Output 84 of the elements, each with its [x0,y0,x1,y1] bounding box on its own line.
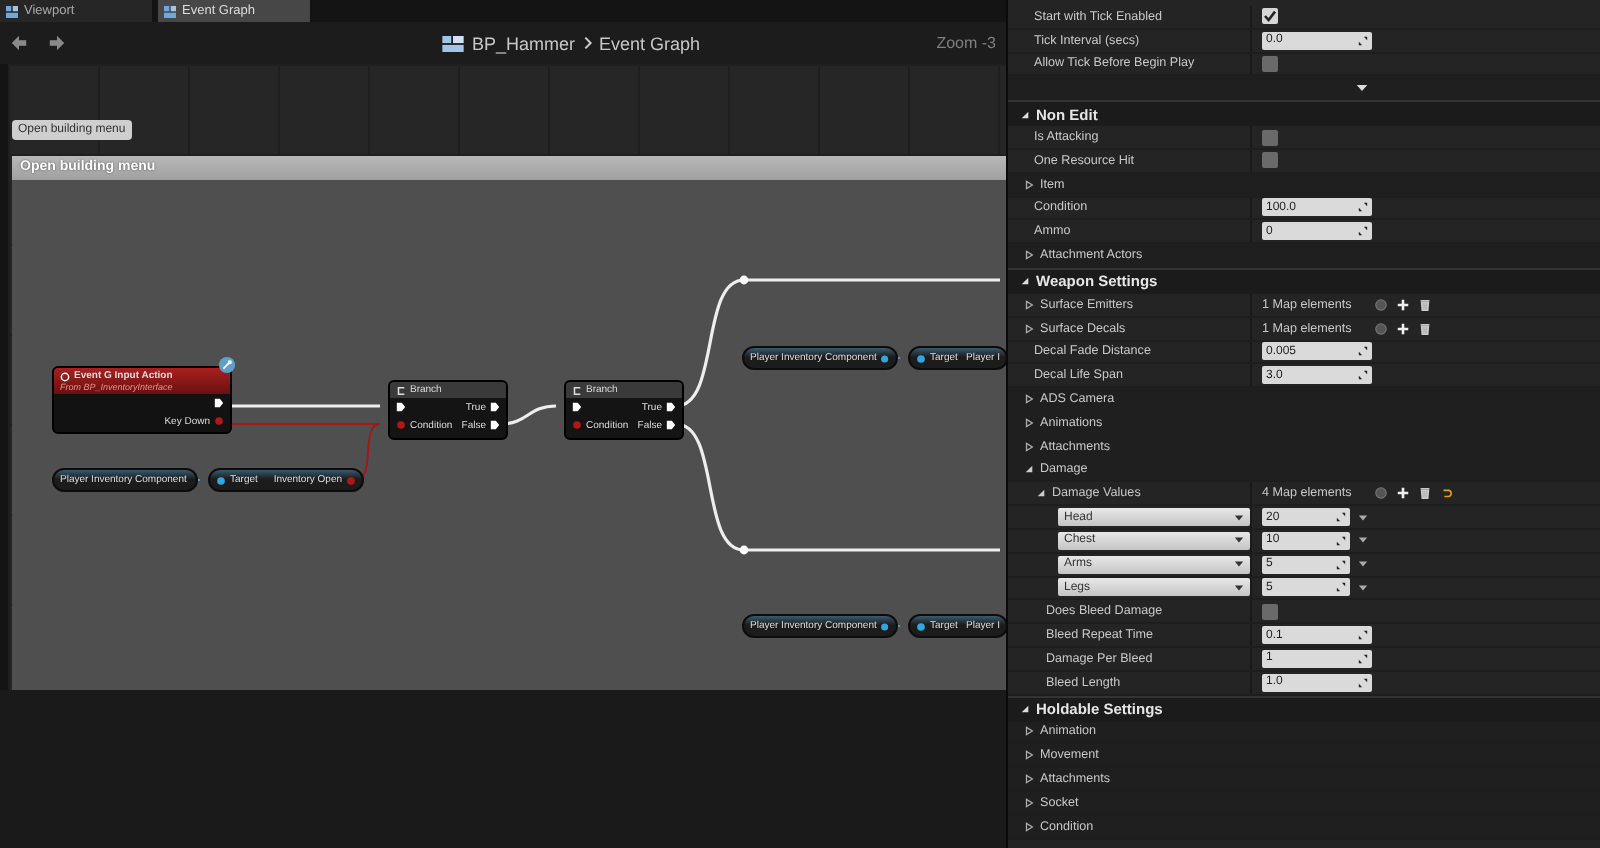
checkbox[interactable] [1262,603,1278,620]
checkbox[interactable] [1262,129,1278,146]
drag-handle-icon[interactable] [1358,226,1368,237]
branch-icon [396,385,406,395]
expand-arrow-icon[interactable] [1024,464,1034,475]
circle-icon[interactable] [1374,321,1388,336]
caret-icon [1234,560,1244,569]
expand-arrow-icon[interactable] [1024,417,1034,428]
chevron-icon [583,36,592,50]
drag-handle-icon[interactable] [1358,677,1368,688]
expand-arrow-icon[interactable] [1024,250,1034,261]
add-icon[interactable] [1396,486,1410,501]
caret-icon [1234,536,1244,545]
add-icon[interactable] [1396,321,1410,336]
exec-pin-icon[interactable] [396,402,406,412]
drag-handle-icon[interactable] [1336,582,1346,593]
drag-handle-icon[interactable] [1358,202,1368,213]
expand-arrow-icon[interactable] [1024,394,1034,405]
delete-icon[interactable] [1418,321,1432,336]
caret-icon [1234,513,1244,522]
exec-pin-icon[interactable] [490,402,500,412]
zoom-level: Zoom -3 [936,34,996,52]
drag-handle-icon[interactable] [1336,512,1346,523]
object-pin-icon[interactable] [916,353,926,363]
object-pin-icon[interactable] [880,353,890,363]
checkbox[interactable] [1262,8,1278,25]
blueprint-name[interactable]: BP_Hammer [472,33,576,53]
circle-icon[interactable] [1374,297,1388,312]
blueprint-icon [442,35,464,51]
bool-pin-icon[interactable] [572,420,582,430]
drag-handle-icon[interactable] [1358,630,1368,641]
object-pin-icon[interactable] [880,621,890,631]
exec-pin-icon[interactable] [572,402,582,412]
exec-pin-icon[interactable] [214,398,224,408]
expand-arrow-icon[interactable] [1024,726,1034,737]
back-arrow-icon[interactable] [10,34,28,52]
expand-more-icon[interactable] [1356,83,1368,92]
expand-arrow-icon[interactable] [1036,488,1046,499]
drag-handle-icon[interactable] [1336,535,1346,546]
expand-arrow-icon[interactable] [1024,441,1034,452]
caret-icon[interactable] [1358,513,1368,522]
branch-icon [572,385,582,395]
graph-name: Event Graph [599,33,701,53]
expand-arrow-icon[interactable] [1024,774,1034,784]
grid-icon [164,5,176,17]
caret-icon[interactable] [1358,536,1368,545]
event-icon [60,371,70,381]
expand-arrow-icon[interactable] [1020,276,1030,287]
caret-icon [1234,583,1244,592]
drag-handle-icon[interactable] [1358,346,1368,357]
delete-icon[interactable] [1418,486,1432,501]
input-action-icon [218,356,236,374]
checkbox[interactable] [1262,152,1278,169]
drag-handle-icon[interactable] [1358,370,1368,381]
bool-pin-icon[interactable] [346,475,356,485]
drag-handle-icon[interactable] [1358,35,1368,46]
checkbox[interactable] [1262,55,1278,72]
exec-pin-icon[interactable] [666,420,676,430]
drag-handle-icon[interactable] [1358,653,1368,664]
expand-arrow-icon[interactable] [1024,750,1034,761]
expand-arrow-icon[interactable] [1020,704,1030,715]
object-pin-icon[interactable] [916,621,926,631]
bool-pin-icon[interactable] [214,416,224,426]
forward-arrow-icon[interactable] [48,34,66,52]
reroute-dot[interactable] [739,545,749,555]
expand-arrow-icon[interactable] [1020,109,1030,120]
caret-icon[interactable] [1358,583,1368,592]
circle-icon[interactable] [1374,486,1388,501]
exec-pin-icon[interactable] [490,420,500,430]
expand-arrow-icon[interactable] [1024,323,1034,334]
drag-handle-icon[interactable] [1336,559,1346,570]
delete-icon[interactable] [1418,297,1432,312]
exec-pin-icon[interactable] [666,402,676,412]
expand-arrow-icon[interactable] [1024,797,1034,808]
add-icon[interactable] [1396,297,1410,312]
caret-icon[interactable] [1358,560,1368,569]
expand-arrow-icon[interactable] [1024,821,1034,832]
bool-pin-icon[interactable] [396,420,406,430]
reroute-dot[interactable] [739,275,749,285]
reset-icon[interactable] [1440,486,1454,501]
grid-icon [6,5,18,17]
object-pin-icon[interactable] [216,475,226,485]
expand-arrow-icon[interactable] [1024,299,1034,310]
expand-arrow-icon[interactable] [1024,179,1034,190]
